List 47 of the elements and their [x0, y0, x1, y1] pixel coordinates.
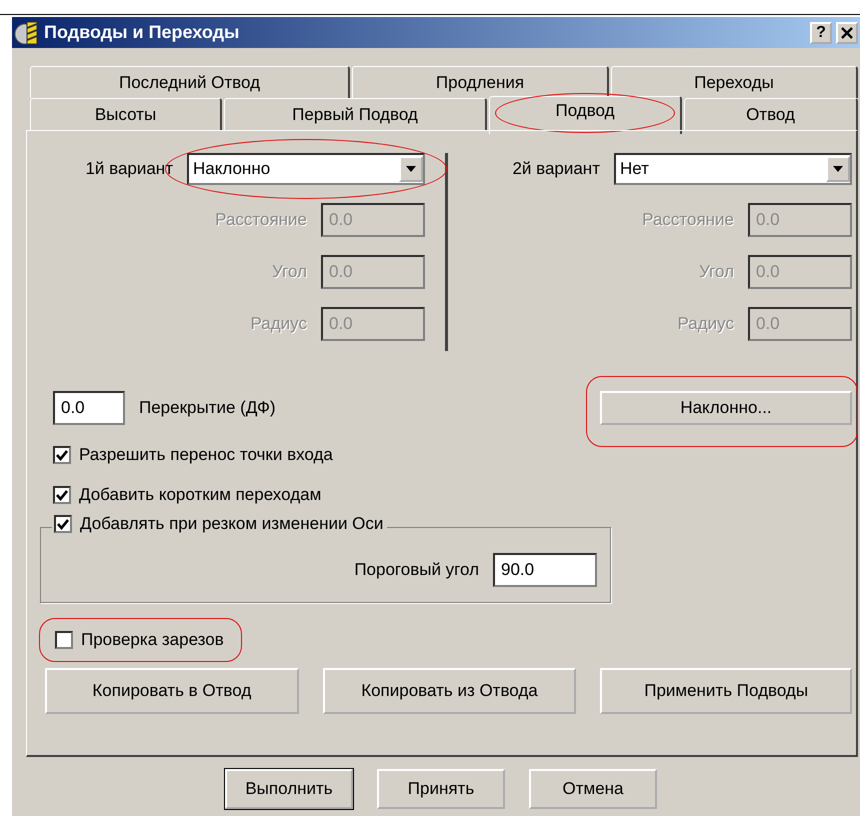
- field-label: Расстояние: [642, 210, 734, 230]
- checkbox-label: Добавлять при резком изменении Оси: [80, 514, 384, 534]
- app-icon: [14, 20, 40, 46]
- dropdown-button[interactable]: [826, 156, 850, 182]
- field-label: Радиус: [678, 314, 734, 334]
- close-button[interactable]: [836, 22, 858, 44]
- tab[interactable]: Продления: [352, 66, 609, 98]
- tab[interactable]: Высоты: [30, 98, 222, 130]
- caret-icon: [833, 166, 843, 172]
- checkbox-label: Проверка зарезов: [81, 630, 224, 650]
- dropdown[interactable]: Нет: [614, 153, 852, 185]
- window-title: Подводы и Переходы: [44, 22, 240, 43]
- dialog-button[interactable]: Выполнить: [225, 769, 353, 809]
- field-label: 2й вариант: [512, 159, 600, 179]
- tab[interactable]: Первый Подвод: [224, 98, 487, 130]
- tab[interactable]: Подвод: [489, 96, 682, 134]
- field-label: Радиус: [250, 314, 307, 334]
- check-icon: [56, 490, 68, 500]
- dialog-button[interactable]: Принять: [377, 769, 505, 809]
- tab[interactable]: Последний Отвод: [30, 66, 350, 98]
- check-icon: [56, 450, 68, 460]
- dialog-button[interactable]: Отмена: [529, 769, 657, 809]
- field-label: Пороговый угол: [354, 560, 479, 580]
- tab[interactable]: Переходы: [611, 66, 858, 98]
- checkbox-label: Разрешить перенос точки входа: [79, 445, 333, 465]
- checkbox[interactable]: [53, 446, 71, 464]
- checkbox-label: Добавить коротким переходам: [79, 485, 322, 505]
- slope-settings-button[interactable]: Наклонно...: [600, 391, 852, 425]
- tab[interactable]: Отвод: [684, 98, 858, 130]
- dropdown-button[interactable]: [399, 156, 423, 182]
- field-label: Расстояние: [215, 210, 307, 230]
- caret-icon: [406, 166, 416, 172]
- field-label: Угол: [272, 262, 307, 282]
- checkbox[interactable]: [53, 486, 71, 504]
- field-label: Перекрытие (ДФ): [139, 398, 276, 418]
- input-field[interactable]: 90.0: [493, 553, 597, 587]
- check-icon: [57, 518, 69, 530]
- close-icon: [841, 26, 853, 38]
- checkbox[interactable]: [55, 631, 73, 649]
- copy-button[interactable]: Применить Подводы: [600, 668, 852, 714]
- checkbox[interactable]: [54, 515, 72, 533]
- copy-button[interactable]: Копировать в Отвод: [45, 668, 299, 714]
- help-button[interactable]: ?: [810, 22, 832, 44]
- field-label: Угол: [699, 262, 734, 282]
- copy-button[interactable]: Копировать из Отвода: [322, 668, 576, 714]
- dropdown[interactable]: Наклонно: [187, 153, 425, 185]
- input-field[interactable]: 0.0: [53, 391, 125, 425]
